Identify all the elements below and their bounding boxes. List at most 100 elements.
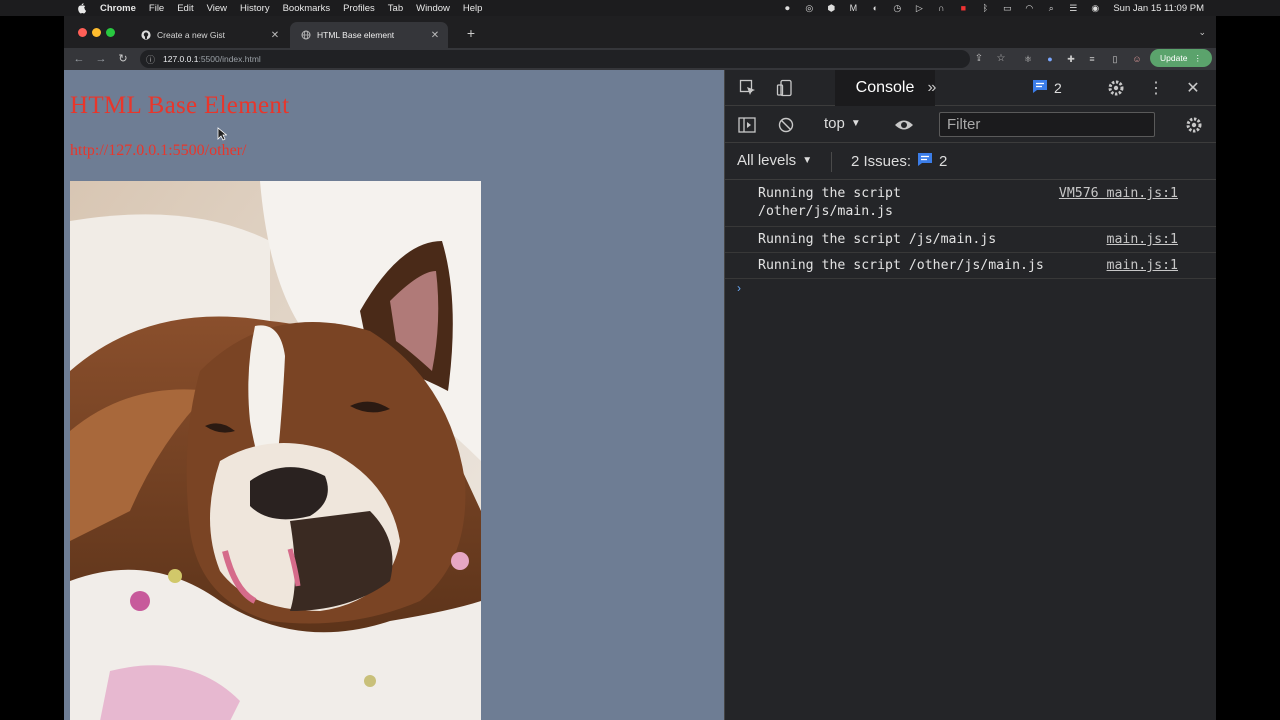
live-expression-eye-icon[interactable] [893,114,915,136]
tab-html-base-element[interactable]: HTML Base element ✕ [290,22,448,48]
devtools-tab-bar: Console » 2 ⋮ ✕ [725,70,1216,106]
menu-bookmarks[interactable]: Bookmarks [283,3,331,14]
tab-create-gist[interactable]: Create a new Gist ✕ [130,22,288,48]
flag-icon[interactable]: ■ [957,3,969,13]
forward-button[interactable]: → [94,52,108,66]
reading-list-icon[interactable]: ≡ [1086,53,1098,65]
menu-tab[interactable]: Tab [388,3,403,14]
issues-count: 2 [939,153,948,170]
page-title: HTML Base Element [70,92,290,119]
device-toolbar-icon[interactable] [774,77,796,99]
more-tabs-chevron-icon[interactable]: » [921,77,943,99]
dog-image [70,181,481,720]
console-message-source-link[interactable]: VM576 main.js:1 [1059,185,1178,203]
timer-icon[interactable]: ◷ [891,3,903,13]
url-host: 127.0.0.1 [163,54,199,64]
battery-icon[interactable]: ▭ [1001,3,1013,13]
issues-badge-count: 2 [1054,80,1062,96]
update-label: Update [1160,53,1188,63]
inspect-element-icon[interactable] [737,77,759,99]
extension-blue-icon[interactable]: ● [1044,53,1056,65]
menu-profiles[interactable]: Profiles [343,3,375,14]
menubar-clock[interactable]: Sun Jan 15 11:09 PM [1113,3,1204,14]
control-center-icon[interactable]: ☰ [1067,3,1079,13]
log-levels-dropdown[interactable]: All levels ▼ [737,152,812,169]
console-message-text: Running the script /other/js/main.js [758,186,901,219]
clear-console-icon[interactable] [775,114,797,136]
more-options-icon[interactable]: ⋮ [1145,77,1167,99]
play-icon[interactable]: ▷ [913,3,925,13]
github-icon [140,30,151,41]
siri-icon[interactable]: ◉ [1089,3,1101,13]
mouse-cursor-icon [217,127,227,141]
moon-icon[interactable]: ◐ [869,3,881,13]
tab-strip: Create a new Gist ✕ HTML Base element ✕ … [64,16,1216,48]
zoom-window-button[interactable] [106,28,115,37]
console-toolbar: top ▼ [725,107,1216,143]
reload-button[interactable]: ↻ [116,52,130,66]
menu-file[interactable]: File [149,3,164,14]
screen-record-icon[interactable]: ⏺ [781,3,793,13]
menu-window[interactable]: Window [416,3,450,14]
headphones-icon[interactable]: ∩ [935,3,947,13]
tab-close-icon[interactable]: ✕ [268,30,282,41]
extension-react-icon[interactable]: ⚛ [1022,53,1034,65]
globe-icon [300,30,311,41]
sidebar-toggle-icon[interactable] [736,114,758,136]
back-button[interactable]: ← [72,52,86,66]
dropdown-triangle-icon: ▼ [802,155,813,166]
shield-icon[interactable]: ⬢ [825,3,837,13]
address-bar[interactable]: ⓘ 127.0.0.1:5500/index.html [140,50,970,68]
console-message-source-link[interactable]: main.js:1 [1107,231,1178,249]
console-messages: Running the script /other/js/main.js VM5… [725,181,1216,279]
tab-close-icon[interactable]: ✕ [428,30,442,41]
mail-icon[interactable]: M [847,3,859,13]
menu-view[interactable]: View [207,3,227,14]
wifi-icon[interactable]: ◠ [1023,3,1035,13]
menu-history[interactable]: History [240,3,270,14]
macos-menu-bar: Chrome File Edit View History Bookmarks … [0,0,1280,16]
base-url-link[interactable]: http://127.0.0.1:5500/other/ [70,142,246,160]
close-window-button[interactable] [78,28,87,37]
divider [831,152,832,172]
extensions-puzzle-icon[interactable]: ✚ [1065,53,1077,65]
tab-console[interactable]: Console [835,70,935,106]
dropdown-triangle-icon: ▼ [850,118,861,129]
issues-badge[interactable]: 2 [1032,78,1062,98]
console-message: Running the script /other/js/main.js VM5… [725,181,1216,227]
side-panel-icon[interactable]: ▯ [1109,53,1121,65]
message-icon [917,152,933,171]
browser-window: Create a new Gist ✕ HTML Base element ✕ … [64,16,1216,720]
context-selector[interactable]: top ▼ [824,115,861,132]
search-icon[interactable]: ⌕ [1045,3,1057,13]
issues-button[interactable]: 2 Issues: 2 [851,152,947,171]
log-levels-label: All levels [737,152,797,169]
tab-title: Create a new Gist [157,30,226,40]
tab-title: HTML Base element [317,30,395,40]
menu-help[interactable]: Help [463,3,483,14]
filter-input[interactable] [939,112,1155,137]
cloud-sync-icon[interactable]: ◎ [803,3,815,13]
new-tab-button[interactable]: + [464,26,478,40]
close-devtools-icon[interactable]: ✕ [1182,77,1204,99]
menu-edit[interactable]: Edit [177,3,193,14]
profile-avatar-icon[interactable]: ☺ [1131,53,1143,65]
page-viewport: HTML Base Element http://127.0.0.1:5500/… [64,70,724,720]
console-settings-gear-icon[interactable] [1183,114,1205,136]
console-prompt-chevron-icon[interactable]: › [737,281,741,295]
apple-menu-icon[interactable] [76,2,90,14]
console-message-source-link[interactable]: main.js:1 [1107,257,1178,275]
issues-label: 2 Issues: [851,153,912,170]
menu-app-name[interactable]: Chrome [100,3,136,14]
console-message-text: Running the script /js/main.js [758,232,997,247]
bluetooth-icon[interactable]: ᛒ [979,3,991,13]
bookmark-star-icon[interactable]: ☆ [994,52,1008,66]
settings-gear-icon[interactable] [1105,77,1127,99]
tab-search-chevron-icon[interactable]: ⌄ [1198,27,1206,38]
console-message: Running the script /js/main.js main.js:1 [725,227,1216,253]
share-icon[interactable]: ⇪ [972,52,986,66]
site-info-icon[interactable]: ⓘ [146,53,158,66]
update-button[interactable]: Update ⋮ [1150,49,1212,67]
more-vertical-icon: ⋮ [1193,52,1202,63]
minimize-window-button[interactable] [92,28,101,37]
